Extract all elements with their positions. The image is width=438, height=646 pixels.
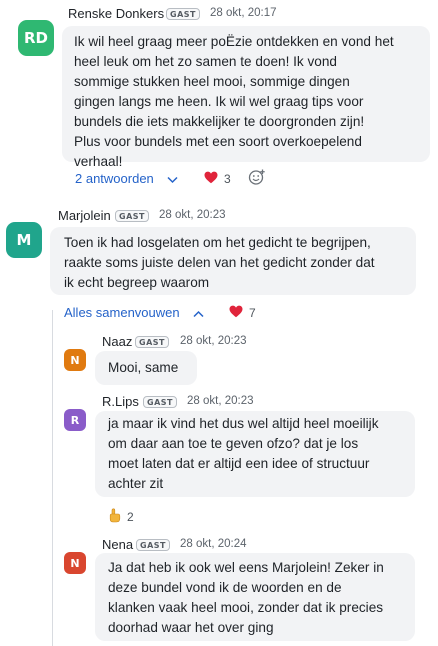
guest-badge: GAST <box>166 8 200 20</box>
message-line: gingen langs me heen. Ik wil wel graag t… <box>74 94 364 109</box>
message-bubble: Mooi, same <box>95 351 197 385</box>
author-name[interactable]: Naaz <box>102 334 132 349</box>
message-line: verhaal! <box>74 154 123 169</box>
thread-line <box>52 310 53 646</box>
message-bubble: ja maar ik vind het dus wel altijd heel … <box>95 411 415 497</box>
reaction-heart-button[interactable]: 3 <box>204 171 231 187</box>
message-line: bundels die iets makkelijker te doorgron… <box>74 114 365 129</box>
message-line: Ik wil heel graag meer poËzie ontdekken … <box>74 34 394 49</box>
chevron-up-icon <box>193 306 204 321</box>
timestamp: 28 okt, 20:23 <box>187 395 254 407</box>
author-name[interactable]: Renske Donkers <box>68 6 164 21</box>
message-bubble: Ik wil heel graag meer poËzie ontdekken … <box>62 26 430 169</box>
collapse-label: Alles samenvouwen <box>64 305 180 320</box>
replies-toggle-button[interactable]: 2 antwoorden <box>75 171 178 187</box>
guest-badge: GAST <box>115 210 149 222</box>
message-line: achter zit <box>108 476 164 491</box>
avatar[interactable]: N <box>64 552 86 574</box>
timestamp: 28 okt, 20:23 <box>180 335 247 347</box>
collapse-all-button[interactable]: Alles samenvouwen <box>64 305 204 321</box>
message-line: klanken vaak heel mooi, zonder dat ik pr… <box>108 600 384 615</box>
guest-badge: GAST <box>143 396 177 408</box>
reaction-count: 7 <box>249 306 256 320</box>
message-line: moet laten dat er altijd een idee of str… <box>108 456 370 471</box>
avatar[interactable]: R <box>64 409 86 431</box>
message-line: doorhad waar het over ging <box>108 620 274 635</box>
avatar[interactable]: N <box>64 349 86 371</box>
timestamp: 28 okt, 20:24 <box>180 538 247 550</box>
avatar[interactable]: RD <box>18 20 54 56</box>
message-line: sommige stukken heel mooi, sommige dinge… <box>74 74 350 89</box>
avatar[interactable]: M <box>6 222 42 258</box>
replies-label: 2 antwoorden <box>75 171 154 186</box>
message-bubble: Ja dat heb ik ook wel eens Marjolein! Ze… <box>95 553 415 641</box>
message-line: deze bundel vond ik de woorden en de <box>108 580 342 595</box>
message-line: ja maar ik vind het dus wel altijd heel … <box>108 416 379 431</box>
message-line: Mooi, same <box>108 360 179 375</box>
reaction-heart-button[interactable]: 7 <box>229 305 256 321</box>
reaction-count: 2 <box>127 510 134 524</box>
message-line: heel leuk om het zo samen te doen! Ik vo… <box>74 54 337 69</box>
reaction-count: 3 <box>224 172 231 186</box>
message-line: Toen ik had losgelaten om het gedicht te… <box>64 235 371 250</box>
timestamp: 28 okt, 20:17 <box>210 7 277 19</box>
message-line: ik echt begreep waarom <box>64 275 210 290</box>
message-line: raakte soms juiste delen van het gedicht… <box>64 255 375 270</box>
message-bubble: Toen ik had losgelaten om het gedicht te… <box>50 227 416 295</box>
pointing-up-hand-icon <box>108 508 121 526</box>
author-name[interactable]: R.Lips <box>102 394 139 409</box>
heart-icon <box>204 171 218 187</box>
heart-icon <box>229 305 243 321</box>
message-line: Plus voor bundels met een soort overkoep… <box>74 134 362 149</box>
reaction-pointing-up-button[interactable]: 2 <box>108 508 134 526</box>
author-name[interactable]: Nena <box>102 537 133 552</box>
guest-badge: GAST <box>136 539 170 551</box>
author-name[interactable]: Marjolein <box>58 208 111 223</box>
chevron-down-icon <box>167 172 178 187</box>
message-line: om daar aan toe te geven ofzo? dat je lo… <box>108 436 359 451</box>
guest-badge: GAST <box>135 336 169 348</box>
add-reaction-icon[interactable] <box>248 168 266 191</box>
message-line: Ja dat heb ik ook wel eens Marjolein! Ze… <box>108 560 384 575</box>
timestamp: 28 okt, 20:23 <box>159 209 226 221</box>
